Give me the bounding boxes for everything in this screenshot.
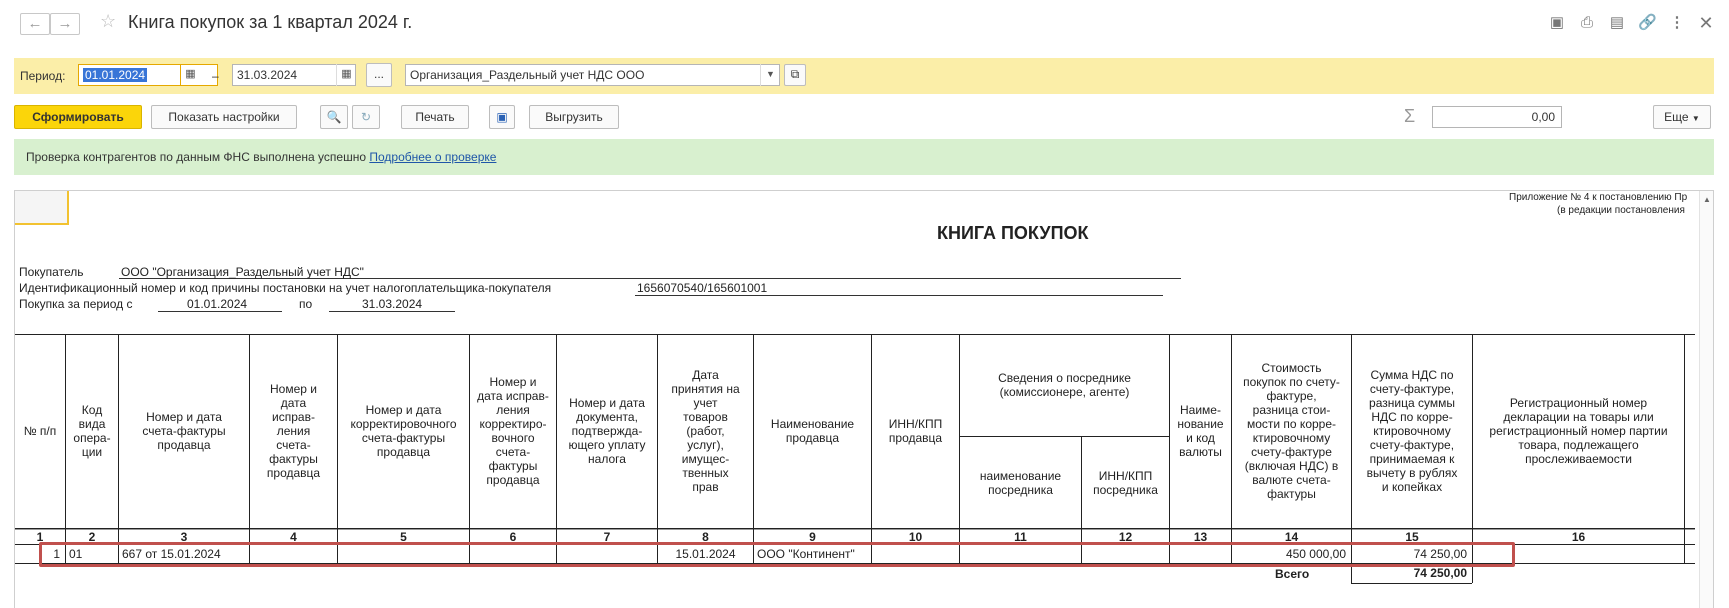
header-col-14: Стоимость покупок по счету-фактуре, разн… (1243, 361, 1340, 501)
period-from: 01.01.2024 (187, 297, 248, 311)
open-icon: ⧉ (790, 67, 800, 81)
generate-button[interactable]: Сформировать (14, 105, 142, 129)
save-icon: ▣ (496, 110, 508, 124)
active-cell[interactable] (15, 191, 69, 225)
show-settings-button[interactable]: Показать настройки (151, 105, 297, 129)
header-col-16: Регистрационный номер декларации на това… (1489, 396, 1668, 466)
header-col-11-group: Сведения о посреднике (комиссионере, аге… (998, 371, 1131, 399)
search-button[interactable]: 🔍 (320, 105, 348, 129)
open-organization-button[interactable]: ⧉ (784, 64, 806, 86)
more-vertical-icon[interactable]: ⋮ (1668, 14, 1686, 32)
period-dash: – (212, 69, 219, 83)
period-label: Покупка за период с (19, 297, 133, 311)
period-bar: Период: 01.01.2024 ▦ – 31.03.2024 ▦ ... … (14, 58, 1714, 94)
calendar-icon[interactable]: ▦ (336, 64, 356, 86)
buyer-label: Покупатель (19, 265, 84, 279)
total-label: Всего (1275, 567, 1310, 581)
period-select-button[interactable]: ... (366, 63, 392, 87)
header-col-12: ИНН/КПП посредника (1093, 468, 1158, 497)
header-col-3: Номер и дата счета-фактуры продавца (142, 410, 226, 452)
preview-icon[interactable]: ▤ (1608, 14, 1626, 32)
export-button[interactable]: Выгрузить (529, 105, 619, 129)
header-col-10: ИНН/КПП продавца (888, 417, 943, 445)
header-col-13: Наиме-нование и код валюты (1177, 403, 1224, 459)
organization-value: Организация_Раздельный учет НДС ООО (410, 68, 645, 82)
inn-label: Идентификационный номер и код причины по… (19, 281, 552, 295)
header-col-11: наименование посредника (979, 468, 1062, 497)
print-button[interactable]: Печать (401, 105, 469, 129)
report-area[interactable]: Приложение № 4 к постановлению Пр (в ред… (14, 190, 1714, 608)
scroll-up-icon[interactable]: ▲ (1703, 195, 1711, 204)
period-label: Период: (20, 69, 66, 83)
back-arrow-icon: ← (27, 15, 43, 32)
save-icon[interactable]: ▣ (1548, 14, 1566, 32)
header-col-8: Дата принятия на учет товаров (работ, ус… (671, 368, 740, 494)
sigma-icon: Σ (1404, 106, 1416, 126)
vertical-scrollbar[interactable]: ▲ (1699, 191, 1713, 608)
period-from-value: 01.01.2024 (83, 68, 148, 82)
header-col-1: № п/п (23, 424, 57, 438)
info-message: Проверка контрагентов по данным ФНС выпо… (26, 150, 496, 164)
dropdown-arrow-icon[interactable]: ▼ (760, 64, 780, 86)
header-col-4: Номер и дата исправ-ления счета-фактуры … (266, 382, 321, 480)
total-vat: 74 250,00 (1413, 566, 1467, 580)
report-title: КНИГА ПОКУПОК (937, 223, 1089, 243)
back-button[interactable]: ← (20, 13, 50, 35)
save-button[interactable]: ▣ (489, 105, 515, 129)
header-col-7: Номер и дата документа, подтвержда-ющего… (568, 396, 646, 466)
close-icon[interactable]: ✕ (1697, 14, 1715, 32)
window-title: Книга покупок за 1 квартал 2024 г. (128, 12, 413, 32)
header-col-5: Номер и дата корректировочного счета-фак… (350, 403, 457, 459)
period-to: 31.03.2024 (362, 297, 423, 311)
calendar-icon[interactable]: ▦ (180, 64, 200, 86)
sum-value: 0,00 (1531, 110, 1555, 124)
search-settings-icon: ↻ (360, 110, 372, 124)
header-col-2: Код вида опера-ции (73, 403, 111, 459)
period-by: по (299, 297, 313, 311)
period-to-value: 31.03.2024 (237, 68, 298, 82)
link-icon[interactable]: 🔗 (1638, 14, 1657, 32)
organization-select[interactable]: Организация_Раздельный учет НДС ООО (405, 64, 780, 86)
chevron-down-icon: ▼ (1691, 114, 1700, 123)
inn-value: 1656070540/165601001 (637, 281, 768, 295)
details-link[interactable]: Подробнее о проверке (369, 150, 496, 164)
search-settings-button[interactable]: ↻ (352, 105, 380, 129)
header-col-6: Номер и дата исправ-ления корректиро-воч… (477, 375, 549, 487)
info-text: Проверка контрагентов по данным ФНС выпо… (26, 150, 367, 164)
forward-button[interactable]: → (50, 13, 80, 35)
star-icon[interactable]: ☆ (100, 11, 116, 32)
header-col-9: Наименование продавца (770, 417, 855, 445)
row-highlight (39, 542, 1515, 567)
forward-arrow-icon: → (57, 15, 73, 32)
search-icon: 🔍 (326, 110, 342, 124)
more-label: Еще (1664, 110, 1689, 124)
more-button[interactable]: Еще ▼ (1653, 105, 1711, 129)
print-icon[interactable]: ⎙ (1578, 14, 1596, 32)
info-bar: Проверка контрагентов по данным ФНС выпо… (14, 139, 1714, 175)
buyer-value: ООО "Организация_Раздельный учет НДС" (121, 265, 364, 279)
header-col-15: Сумма НДС по счету-фактуре, разница сумм… (1366, 368, 1458, 494)
sum-field: 0,00 (1432, 106, 1562, 128)
appendix-line-2: (в редакции постановления (1557, 205, 1685, 216)
appendix-line-1: Приложение № 4 к постановлению Пр (1509, 192, 1688, 203)
